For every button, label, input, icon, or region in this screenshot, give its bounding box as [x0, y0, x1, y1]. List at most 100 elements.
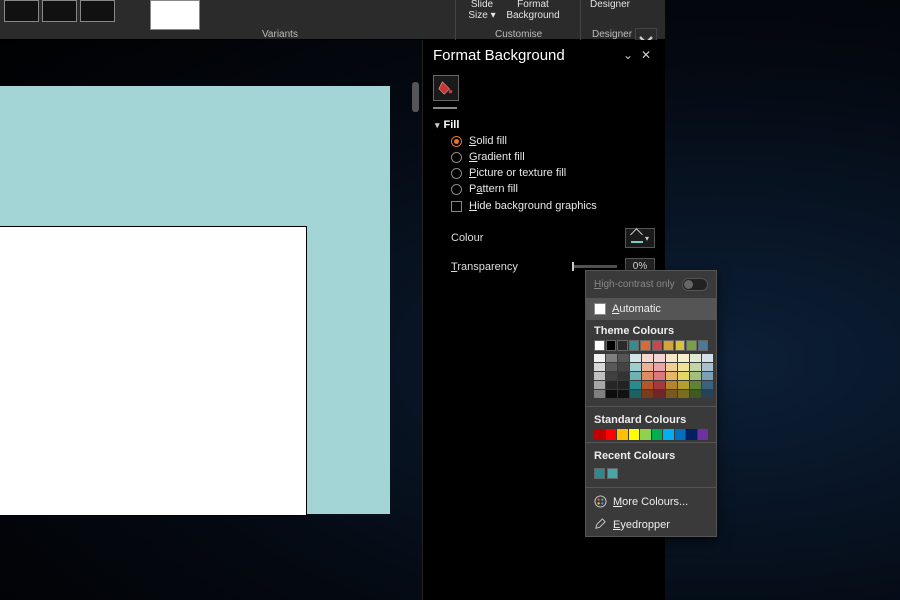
- variant-thumbnail-large[interactable]: [150, 0, 200, 30]
- fill-solid-radio[interactable]: Solid fill: [451, 135, 665, 147]
- colour-swatch[interactable]: [690, 363, 701, 371]
- colour-swatch[interactable]: [652, 429, 663, 440]
- colour-swatch[interactable]: [630, 381, 641, 389]
- eyedropper-item[interactable]: Eyedropper: [586, 513, 716, 536]
- colour-swatch[interactable]: [663, 340, 674, 351]
- colour-swatch[interactable]: [686, 429, 697, 440]
- colour-swatch[interactable]: [678, 372, 689, 380]
- colour-swatch[interactable]: [617, 429, 628, 440]
- colour-swatch[interactable]: [594, 468, 605, 479]
- colour-swatch[interactable]: [663, 429, 674, 440]
- colour-swatch[interactable]: [654, 363, 665, 371]
- colour-swatch[interactable]: [698, 429, 709, 440]
- fill-section-header[interactable]: Fill: [435, 119, 665, 131]
- colour-swatch[interactable]: [607, 468, 618, 479]
- colour-swatch[interactable]: [702, 363, 713, 371]
- variant-thumbnail[interactable]: [42, 0, 77, 22]
- variant-thumbnail[interactable]: [80, 0, 115, 22]
- colour-swatch[interactable]: [678, 381, 689, 389]
- colour-swatch[interactable]: [642, 354, 653, 362]
- format-background-button[interactable]: FormatBackground: [505, 0, 561, 28]
- colour-swatch[interactable]: [629, 340, 640, 351]
- colour-swatch[interactable]: [618, 354, 629, 362]
- colour-swatch[interactable]: [654, 381, 665, 389]
- colour-swatch[interactable]: [594, 390, 605, 398]
- colour-swatch[interactable]: [652, 340, 663, 351]
- divider: [586, 406, 716, 407]
- colour-swatch[interactable]: [666, 363, 677, 371]
- colour-swatch[interactable]: [686, 340, 697, 351]
- transparency-slider[interactable]: [572, 265, 617, 268]
- colour-swatch[interactable]: [666, 354, 677, 362]
- colour-swatch[interactable]: [617, 340, 628, 351]
- colour-swatch[interactable]: [630, 354, 641, 362]
- colour-swatch[interactable]: [675, 429, 686, 440]
- colour-swatch[interactable]: [618, 390, 629, 398]
- colour-swatch[interactable]: [594, 363, 605, 371]
- colour-swatch[interactable]: [618, 363, 629, 371]
- colour-swatch[interactable]: [640, 429, 651, 440]
- colour-swatch[interactable]: [606, 381, 617, 389]
- colour-swatch[interactable]: [702, 390, 713, 398]
- colour-swatch[interactable]: [654, 354, 665, 362]
- colour-swatch[interactable]: [702, 381, 713, 389]
- colour-swatch[interactable]: [654, 390, 665, 398]
- colour-swatch[interactable]: [630, 372, 641, 380]
- colour-swatch[interactable]: [678, 390, 689, 398]
- colour-swatch[interactable]: [606, 340, 617, 351]
- colour-swatch[interactable]: [594, 429, 605, 440]
- colour-swatch[interactable]: [642, 372, 653, 380]
- colour-swatch[interactable]: [666, 381, 677, 389]
- colour-swatch[interactable]: [606, 363, 617, 371]
- fill-category-icon[interactable]: [433, 75, 459, 101]
- colour-swatch[interactable]: [594, 340, 605, 351]
- colour-swatch[interactable]: [630, 390, 641, 398]
- divider: [586, 442, 716, 443]
- colour-swatch[interactable]: [606, 372, 617, 380]
- more-colours-item[interactable]: More Colours...: [586, 490, 716, 513]
- slide[interactable]: H DECK son: [0, 226, 307, 516]
- colour-swatch[interactable]: [678, 354, 689, 362]
- colour-swatch[interactable]: [654, 372, 665, 380]
- fill-pattern-radio[interactable]: Pattern fill: [451, 183, 665, 195]
- colour-swatch[interactable]: [630, 363, 641, 371]
- colour-swatch[interactable]: [629, 429, 640, 440]
- designer-button[interactable]: Designer: [587, 0, 633, 28]
- colour-swatch[interactable]: [698, 340, 709, 351]
- colour-swatch[interactable]: [666, 372, 677, 380]
- colour-swatch[interactable]: [702, 372, 713, 380]
- colour-swatch[interactable]: [618, 381, 629, 389]
- hide-bg-graphics-checkbox[interactable]: Hide background graphics: [451, 200, 665, 212]
- colour-swatch[interactable]: [594, 372, 605, 380]
- colour-swatch[interactable]: [702, 354, 713, 362]
- colour-swatch[interactable]: [606, 354, 617, 362]
- colour-swatch[interactable]: [642, 390, 653, 398]
- colour-swatch[interactable]: [642, 363, 653, 371]
- colour-swatch[interactable]: [618, 372, 629, 380]
- pane-options-button[interactable]: ⌄: [619, 48, 637, 62]
- high-contrast-toggle[interactable]: [682, 278, 708, 291]
- colour-swatch[interactable]: [690, 381, 701, 389]
- theme-colour-row: [586, 340, 716, 351]
- colour-swatch[interactable]: [642, 381, 653, 389]
- theme-shades-block: [586, 352, 716, 404]
- variant-thumbnail[interactable]: [4, 0, 39, 22]
- colour-swatch[interactable]: [690, 354, 701, 362]
- colour-swatch[interactable]: [606, 390, 617, 398]
- colour-swatch[interactable]: [640, 340, 651, 351]
- slide-size-button[interactable]: SlideSize ▾: [462, 0, 502, 28]
- fill-picture-radio[interactable]: Picture or texture fill: [451, 167, 665, 179]
- scrollbar-thumb[interactable]: [412, 82, 419, 112]
- colour-swatch[interactable]: [594, 381, 605, 389]
- colour-swatch[interactable]: [690, 372, 701, 380]
- colour-swatch[interactable]: [606, 429, 617, 440]
- colour-swatch[interactable]: [690, 390, 701, 398]
- colour-swatch[interactable]: [675, 340, 686, 351]
- colour-swatch[interactable]: [666, 390, 677, 398]
- fill-gradient-radio[interactable]: Gradient fill: [451, 151, 665, 163]
- colour-swatch[interactable]: [594, 354, 605, 362]
- colour-picker-button[interactable]: ▾: [625, 228, 655, 248]
- pane-close-button[interactable]: ✕: [637, 48, 655, 62]
- colour-swatch[interactable]: [678, 363, 689, 371]
- automatic-colour-item[interactable]: Automatic: [586, 298, 716, 320]
